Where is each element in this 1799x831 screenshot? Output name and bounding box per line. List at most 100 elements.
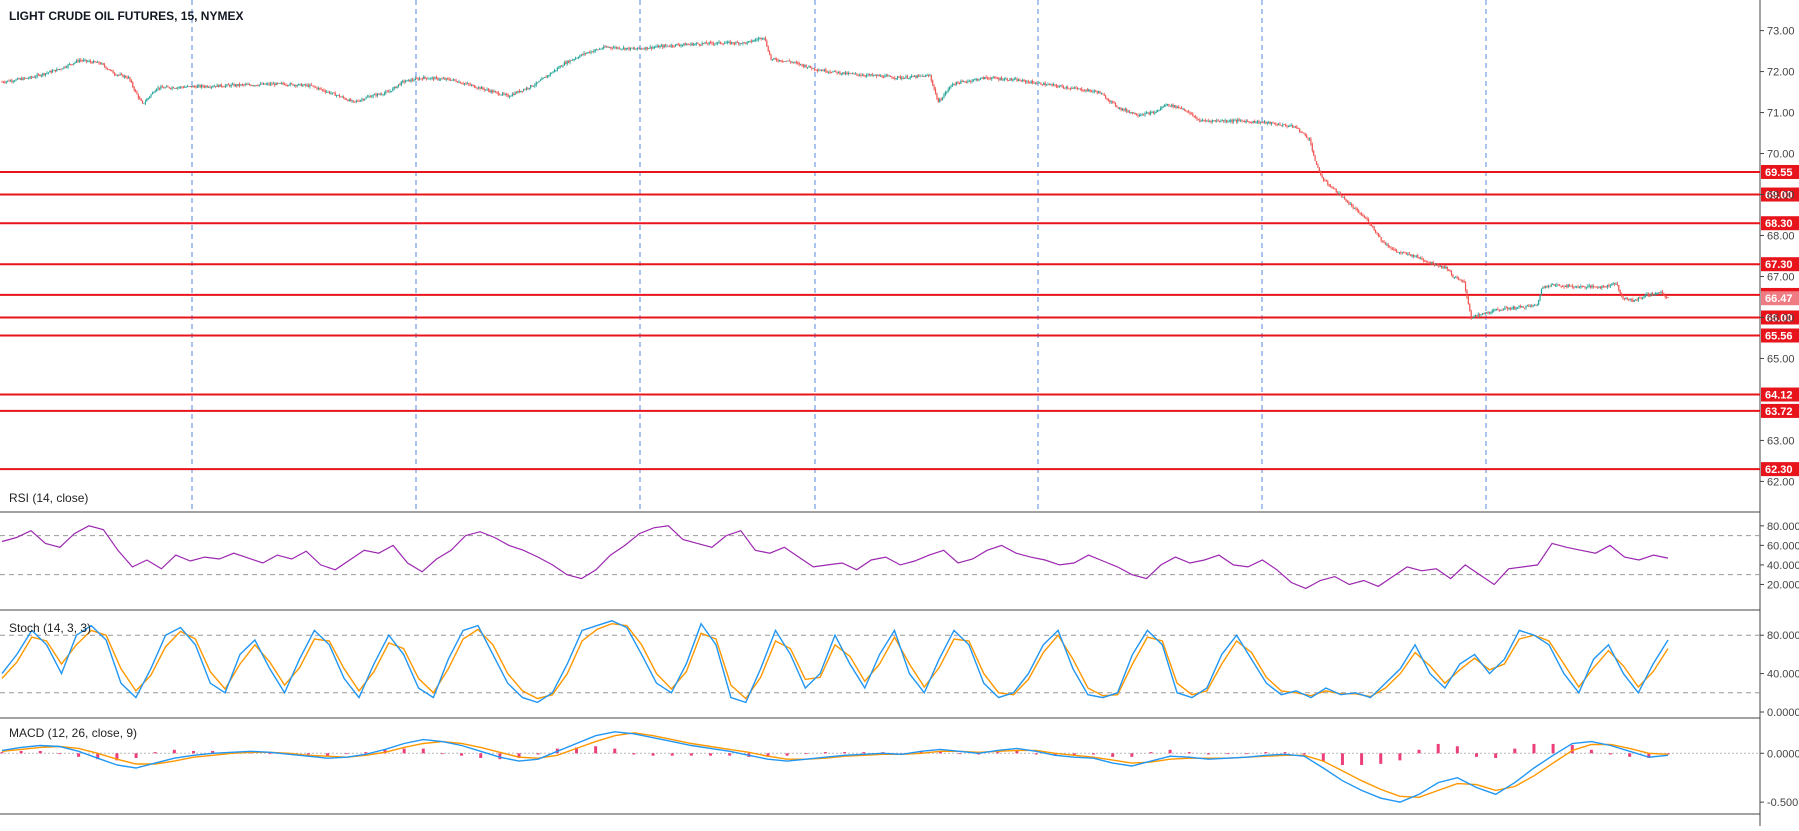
candle-body bbox=[466, 83, 468, 85]
price-tick-label: 71.00 bbox=[1767, 108, 1795, 120]
candle-body bbox=[575, 58, 577, 60]
candle-body bbox=[170, 88, 172, 89]
candle-body bbox=[843, 72, 845, 74]
candle-body bbox=[1315, 160, 1318, 165]
candle-body bbox=[567, 60, 570, 63]
candle-body bbox=[1490, 312, 1492, 314]
candle-body bbox=[1568, 284, 1571, 286]
candle-body bbox=[657, 45, 660, 48]
candle-body bbox=[348, 99, 350, 102]
candle-body bbox=[1403, 252, 1405, 254]
candle-body bbox=[1352, 205, 1354, 209]
macd-histogram-bar bbox=[1092, 753, 1096, 755]
candle-body bbox=[763, 37, 765, 39]
candle-body bbox=[1411, 254, 1413, 257]
candle-body bbox=[116, 74, 118, 76]
candle-body bbox=[74, 62, 76, 64]
candle-body bbox=[1092, 91, 1094, 92]
candle-body bbox=[636, 47, 639, 50]
candle-body bbox=[216, 84, 218, 87]
candle-body bbox=[160, 86, 162, 89]
macd-histogram-bar bbox=[134, 753, 138, 758]
candle-body bbox=[1629, 298, 1631, 300]
candle-body bbox=[797, 62, 799, 64]
macd-histogram-bar bbox=[709, 753, 713, 756]
candle-body bbox=[863, 75, 865, 76]
candle-body bbox=[1251, 121, 1253, 123]
candle-body bbox=[1230, 120, 1232, 122]
candle-body bbox=[864, 75, 866, 77]
candle-body bbox=[1020, 80, 1022, 82]
candle-body bbox=[1329, 185, 1332, 188]
candle-body bbox=[1442, 266, 1444, 268]
candle-body bbox=[1348, 202, 1350, 205]
candle-body bbox=[202, 85, 204, 87]
candle-body bbox=[996, 78, 998, 80]
candle-body bbox=[950, 85, 952, 87]
candle-body bbox=[330, 93, 332, 94]
candle-body bbox=[607, 46, 609, 48]
candle-body bbox=[621, 48, 623, 50]
candle-body bbox=[604, 46, 606, 48]
level-tag-label: 63.72 bbox=[1765, 406, 1793, 418]
candle-body bbox=[974, 79, 976, 81]
candle-body bbox=[776, 59, 778, 61]
candle-body bbox=[324, 91, 326, 93]
candle-body bbox=[1567, 284, 1569, 288]
candle-body bbox=[1621, 293, 1623, 296]
candle-body bbox=[956, 81, 958, 85]
candle-body bbox=[355, 100, 357, 102]
candle-body bbox=[1557, 284, 1559, 286]
candle-body bbox=[739, 43, 741, 45]
candle-body bbox=[413, 80, 415, 82]
candle-body bbox=[1632, 299, 1634, 302]
candle-body bbox=[208, 87, 210, 88]
candle-body bbox=[43, 73, 45, 75]
macd-histogram-bar bbox=[804, 753, 808, 755]
candle-body bbox=[916, 75, 918, 78]
candle-body bbox=[903, 77, 906, 79]
candle-body bbox=[771, 59, 774, 60]
candle-body bbox=[406, 80, 408, 82]
level-tag-label: 64.12 bbox=[1765, 390, 1793, 402]
candle-body bbox=[1456, 277, 1458, 279]
candle-body bbox=[518, 90, 520, 93]
candle-body bbox=[1643, 296, 1645, 298]
macd-line bbox=[1, 731, 1669, 803]
level-tag-label: 62.30 bbox=[1765, 464, 1793, 476]
candle-body bbox=[753, 39, 755, 42]
candle-body bbox=[1379, 235, 1381, 238]
candle-body bbox=[1339, 193, 1342, 196]
candle-body bbox=[576, 57, 578, 59]
candle-body bbox=[925, 75, 927, 77]
candle-body bbox=[286, 84, 288, 86]
candle-body bbox=[1124, 109, 1126, 111]
candle-body bbox=[934, 89, 937, 94]
candle-body bbox=[1252, 120, 1254, 123]
candle-body bbox=[650, 46, 653, 49]
candle-body bbox=[1047, 84, 1049, 86]
candle-body bbox=[664, 45, 667, 47]
candle-body bbox=[1512, 306, 1514, 309]
candle-body bbox=[11, 80, 13, 82]
candle-body bbox=[859, 75, 861, 76]
candle-body bbox=[1277, 123, 1280, 125]
candle-body bbox=[1651, 293, 1654, 295]
candle-body bbox=[1268, 122, 1270, 123]
candle-body bbox=[1606, 284, 1609, 288]
macd-histogram-bar bbox=[785, 753, 789, 756]
candle-body bbox=[285, 84, 287, 86]
candle-body bbox=[19, 78, 21, 80]
candle-body bbox=[1164, 104, 1166, 107]
candle-body bbox=[410, 79, 412, 82]
candle-body bbox=[345, 99, 348, 101]
candle-body bbox=[140, 98, 142, 102]
candle-body bbox=[247, 84, 249, 85]
candle-body bbox=[47, 72, 49, 74]
candle-body bbox=[1511, 308, 1513, 310]
candle-body bbox=[618, 47, 620, 49]
candle-body bbox=[1334, 188, 1336, 190]
candle-body bbox=[92, 61, 94, 64]
candle-body bbox=[667, 45, 669, 47]
candle-body bbox=[1394, 249, 1396, 251]
